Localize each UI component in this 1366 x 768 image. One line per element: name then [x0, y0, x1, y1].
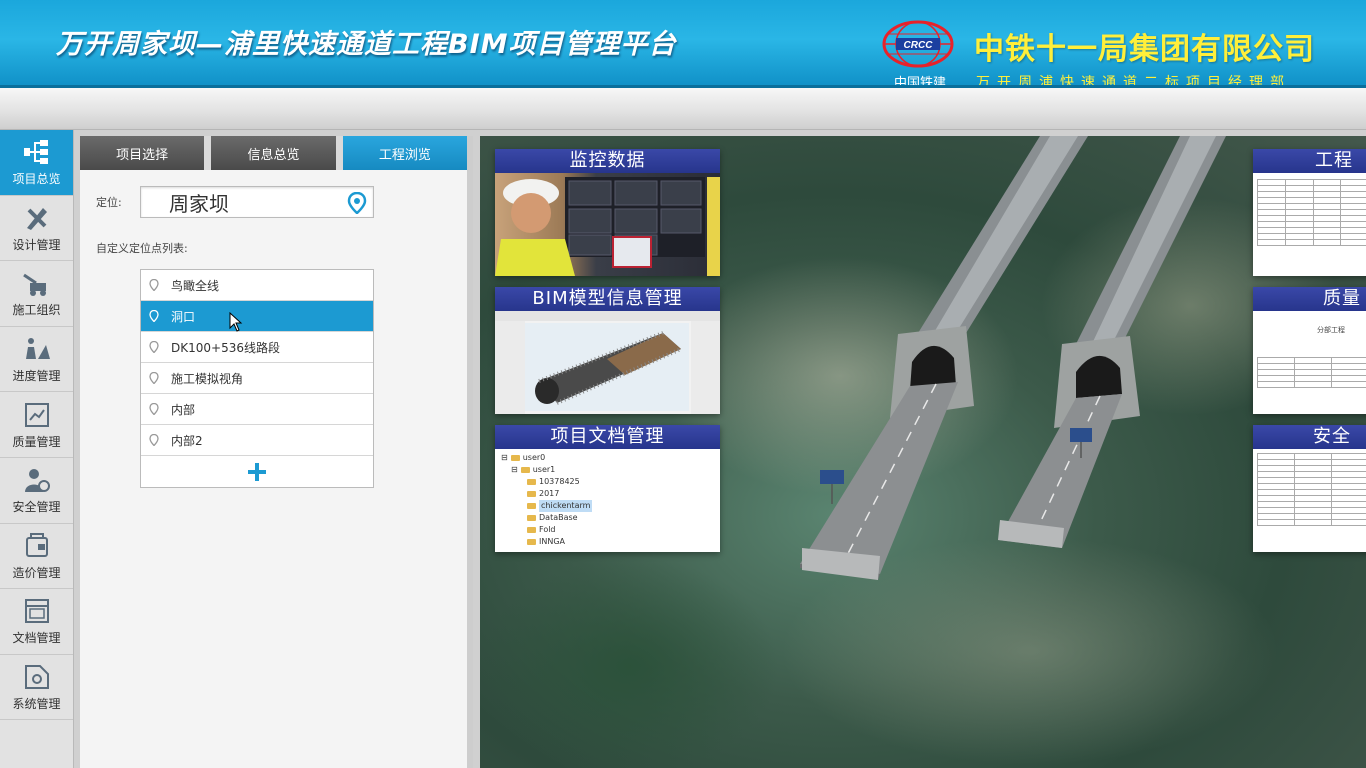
map-pin-icon	[149, 341, 163, 353]
bim-model-preview	[495, 311, 720, 414]
bim-model-card[interactable]: BIM模型信息管理	[495, 287, 720, 414]
sidebar-item-label: 施工组织	[12, 303, 61, 318]
list-item[interactable]: 鸟瞰全线	[141, 270, 373, 301]
app-header: 万开周家坝—浦里快速通道工程BIM项目管理平台 CRCC 中国铁建 中铁十一局集…	[0, 0, 1366, 88]
project-table	[1253, 173, 1366, 276]
project-info-card[interactable]: 工程	[1253, 149, 1366, 276]
card-title: 质量	[1253, 287, 1366, 311]
monitor-data-card[interactable]: 监控数据	[495, 149, 720, 276]
location-list-title: 自定义定位点列表:	[96, 242, 188, 255]
list-item-label: 内部	[171, 402, 196, 417]
sidebar-item-design[interactable]: 设计管理	[0, 196, 73, 262]
quality-card[interactable]: 质量 分部工程	[1253, 287, 1366, 414]
progress-icon	[22, 334, 52, 364]
tree-node[interactable]: ⊟ user0	[501, 452, 714, 464]
file-tree: ⊟ user0 ⊟ user1 10378425 2017 chickentarm …	[495, 449, 720, 552]
toolbar-strip	[0, 88, 1366, 130]
system-icon	[22, 662, 52, 692]
location-input[interactable]	[141, 187, 321, 217]
tree-node[interactable]: DataBase	[501, 512, 714, 524]
plus-icon	[248, 462, 266, 481]
card-title: BIM模型信息管理	[495, 287, 720, 311]
tree-node[interactable]: ⊟ user1	[501, 464, 714, 476]
card-title: 安全	[1253, 425, 1366, 449]
document-management-card[interactable]: 项目文档管理 ⊟ user0 ⊟ user1 10378425 2017 chick…	[495, 425, 720, 552]
sidebar-item-label: 进度管理	[12, 369, 61, 384]
company-name: 中铁十一局集团有限公司	[974, 32, 1315, 67]
app-title: 万开周家坝—浦里快速通道工程BIM项目管理平台	[56, 29, 677, 60]
list-item-label: 鸟瞰全线	[171, 278, 220, 293]
mouse-cursor-icon	[229, 312, 243, 332]
construction-icon	[22, 268, 52, 298]
quality-form: 分部工程	[1253, 311, 1366, 414]
tree-node[interactable]: chickentarm	[501, 500, 714, 512]
map-pin-icon	[149, 310, 163, 322]
sidebar-item-system[interactable]: 系统管理	[0, 655, 73, 721]
sidebar-item-label: 文档管理	[12, 631, 61, 646]
list-item[interactable]: 洞口	[141, 301, 373, 332]
cost-icon	[22, 531, 52, 561]
sidebar-item-document[interactable]: 文档管理	[0, 589, 73, 655]
tree-node[interactable]: Fold	[501, 524, 714, 536]
logo-label: 中国铁建	[893, 76, 946, 88]
safety-table	[1253, 449, 1366, 552]
sidebar-item-overview[interactable]: 项目总览	[0, 130, 73, 196]
tab-project-select[interactable]: 项目选择	[80, 136, 205, 170]
sidebar-item-safety[interactable]: 安全管理	[0, 458, 73, 524]
location-label: 定位:	[96, 196, 122, 209]
sidebar-item-label: 安全管理	[12, 500, 61, 515]
location-field[interactable]	[140, 186, 374, 218]
sidebar-item-construction[interactable]: 施工组织	[0, 261, 73, 327]
sidebar-item-cost[interactable]: 造价管理	[0, 524, 73, 590]
safety-card[interactable]: 安全	[1253, 425, 1366, 552]
design-icon	[22, 203, 52, 233]
quality-form-heading: 分部工程	[1317, 326, 1345, 334]
svg-text:CRCC: CRCC	[904, 40, 934, 51]
map-pin-icon	[149, 372, 163, 384]
safety-icon	[22, 465, 52, 495]
navigation-panel: 项目选择 信息总览 工程浏览 定位: 自定义定位点列表: 鸟瞰全线 洞口 DK1…	[80, 136, 473, 768]
add-location-button[interactable]	[141, 456, 373, 487]
sidebar-item-label: 质量管理	[12, 434, 61, 449]
project-department: 万开周浦快速通道二标项目经理部	[976, 75, 1291, 88]
monitor-photo	[495, 173, 720, 276]
map-pin-icon	[149, 403, 163, 415]
sidebar-item-progress[interactable]: 进度管理	[0, 327, 73, 393]
sidebar-item-label: 设计管理	[12, 237, 61, 252]
sidebar-item-label: 系统管理	[12, 697, 61, 712]
location-list: 鸟瞰全线 洞口 DK100+536线路段 施工模拟视角 内部 内部2	[140, 269, 374, 488]
sidebar: 项目总览 设计管理 施工组织 进度管理 质量管理 安全管理 造价管理 文档管理 …	[0, 130, 74, 768]
tree-node[interactable]: 10378425	[501, 476, 714, 488]
quality-icon	[22, 400, 52, 430]
sidebar-item-label: 项目总览	[12, 172, 61, 187]
list-item[interactable]: DK100+536线路段	[141, 332, 373, 363]
list-item[interactable]: 内部	[141, 394, 373, 425]
card-title: 监控数据	[495, 149, 720, 173]
card-title: 项目文档管理	[495, 425, 720, 449]
panel-tabs: 项目选择 信息总览 工程浏览	[80, 136, 467, 170]
crcc-logo-icon: CRCC	[882, 20, 954, 68]
overview-icon	[22, 137, 52, 167]
3d-viewport[interactable]: 监控数据 BIM模型信息管理 项目文档管理 ⊟ user0 ⊟ user1 10…	[480, 136, 1366, 768]
list-item[interactable]: 内部2	[141, 425, 373, 456]
list-item-label: DK100+536线路段	[171, 340, 280, 355]
tree-node[interactable]: INNGA	[501, 536, 714, 548]
list-item-label: 施工模拟视角	[171, 371, 244, 386]
list-item-label: 洞口	[171, 309, 196, 324]
map-pin-icon	[149, 434, 163, 446]
location-pin-icon[interactable]	[347, 191, 367, 218]
tab-project-browse[interactable]: 工程浏览	[342, 136, 467, 170]
tab-info-overview[interactable]: 信息总览	[211, 136, 336, 170]
card-title: 工程	[1253, 149, 1366, 173]
list-item-label: 内部2	[171, 433, 203, 448]
sidebar-item-label: 造价管理	[12, 565, 61, 580]
tree-node[interactable]: 2017	[501, 488, 714, 500]
list-item[interactable]: 施工模拟视角	[141, 363, 373, 394]
sidebar-item-quality[interactable]: 质量管理	[0, 392, 73, 458]
document-icon	[22, 596, 52, 626]
map-pin-icon	[149, 279, 163, 291]
